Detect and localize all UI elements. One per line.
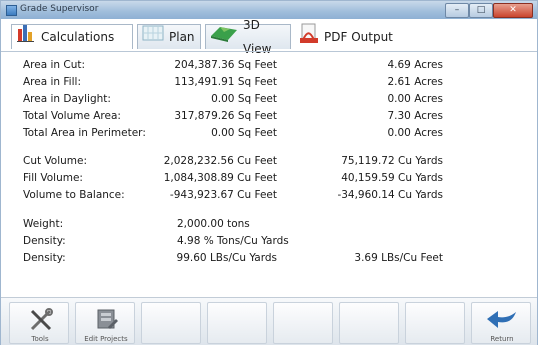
app-window: Grade Supervisor – □ ✕ Calculations Plan… xyxy=(0,0,538,345)
row-value-secondary: -34,960.14 Cu Yards xyxy=(337,189,443,201)
app-icon xyxy=(6,5,17,16)
calculations-panel: Area in Cut: 204,387.36 Sq Feet 4.69 Acr… xyxy=(1,53,537,296)
tools-button[interactable]: Tools xyxy=(9,302,69,344)
row-density-percent: Density: 4.98 % Tons/Cu Yards xyxy=(1,233,537,250)
maximize-button[interactable]: □ xyxy=(469,3,493,18)
row-value-primary: 99.60 LBs/Cu Yards xyxy=(176,252,277,264)
edit-projects-label: Edit Projects xyxy=(84,335,128,343)
row-value-secondary: 2.61 Acres xyxy=(387,76,443,88)
row-label: Total Volume Area: xyxy=(23,110,121,122)
minimize-icon: – xyxy=(454,5,460,15)
tab-3d-view[interactable]: 3D View xyxy=(205,18,291,56)
row-area-in-cut: Area in Cut: 204,387.36 Sq Feet 4.69 Acr… xyxy=(1,57,537,74)
row-label: Volume to Balance: xyxy=(23,189,125,201)
row-value-secondary: 7.30 Acres xyxy=(387,110,443,122)
pdf-document-icon xyxy=(299,22,319,52)
tools-label: Tools xyxy=(31,335,49,343)
row-fill-volume: Fill Volume: 1,084,308.89 Cu Feet 40,159… xyxy=(1,170,537,187)
row-value-secondary: 40,159.59 Cu Yards xyxy=(341,172,443,184)
empty-slot-button xyxy=(273,302,333,344)
minimize-button[interactable]: – xyxy=(445,3,469,18)
plan-grid-icon xyxy=(142,25,164,49)
tab-divider xyxy=(1,51,537,52)
row-value-secondary: 0.00 Acres xyxy=(387,93,443,105)
row-value-primary: 113,491.91 Sq Feet xyxy=(174,76,277,88)
row-label: Density: xyxy=(23,252,66,264)
row-value-primary: 1,084,308.89 Cu Feet xyxy=(163,172,277,184)
empty-slot-button xyxy=(207,302,267,344)
close-button[interactable]: ✕ xyxy=(493,3,533,18)
row-value-primary: 204,387.36 Sq Feet xyxy=(174,59,277,71)
tools-icon xyxy=(28,307,54,335)
row-total-volume-area: Total Volume Area: 317,879.26 Sq Feet 7.… xyxy=(1,108,537,125)
row-label: Density: xyxy=(23,235,66,247)
empty-slot-button xyxy=(339,302,399,344)
edit-projects-icon xyxy=(94,307,120,335)
row-area-in-fill: Area in Fill: 113,491.91 Sq Feet 2.61 Ac… xyxy=(1,74,537,91)
tab-plan[interactable]: Plan xyxy=(137,24,201,49)
row-value-secondary: 3.69 LBs/Cu Feet xyxy=(354,252,443,264)
terrain-3d-icon xyxy=(210,24,238,50)
row-label: Weight: xyxy=(23,218,64,230)
tab-calculations[interactable]: Calculations xyxy=(11,24,133,49)
bottom-toolbar: Tools Edit Projects Return xyxy=(1,297,537,345)
empty-slot-button xyxy=(405,302,465,344)
return-label: Return xyxy=(490,335,514,343)
row-value-primary: 0.00 Sq Feet xyxy=(211,127,277,139)
row-value-primary: 4.98 % Tons/Cu Yards xyxy=(177,235,289,247)
row-label: Area in Daylight: xyxy=(23,93,111,105)
row-density-lbs: Density: 99.60 LBs/Cu Yards 3.69 LBs/Cu … xyxy=(1,250,537,267)
row-label: Area in Fill: xyxy=(23,76,81,88)
tab-plan-label: Plan xyxy=(169,30,195,44)
tab-pdf-output[interactable]: PDF Output xyxy=(295,22,405,52)
tab-calculations-label: Calculations xyxy=(41,30,115,44)
row-label: Total Area in Perimeter: xyxy=(23,127,146,139)
row-value-primary: 317,879.26 Sq Feet xyxy=(174,110,277,122)
row-area-in-daylight: Area in Daylight: 0.00 Sq Feet 0.00 Acre… xyxy=(1,91,537,108)
row-volume-to-balance: Volume to Balance: -943,923.67 Cu Feet -… xyxy=(1,187,537,204)
row-total-area-in-perimeter: Total Area in Perimeter: 0.00 Sq Feet 0.… xyxy=(1,125,537,142)
window-title: Grade Supervisor xyxy=(20,4,99,14)
empty-slot-button xyxy=(141,302,201,344)
edit-projects-button[interactable]: Edit Projects xyxy=(75,302,135,344)
row-value-primary: -943,923.67 Cu Feet xyxy=(169,189,277,201)
return-arrow-icon xyxy=(486,309,518,333)
tab-bar: Calculations Plan 3D View PDF Output xyxy=(1,18,537,56)
maximize-icon: □ xyxy=(476,5,486,15)
return-button[interactable]: Return xyxy=(471,302,531,344)
row-value-secondary: 0.00 Acres xyxy=(387,127,443,139)
row-value-primary: 0.00 Sq Feet xyxy=(211,93,277,105)
bar-chart-icon xyxy=(16,23,36,51)
row-cut-volume: Cut Volume: 2,028,232.56 Cu Feet 75,119.… xyxy=(1,153,537,170)
row-label: Cut Volume: xyxy=(23,155,88,167)
row-label: Fill Volume: xyxy=(23,172,83,184)
row-label: Area in Cut: xyxy=(23,59,86,71)
row-value-secondary: 4.69 Acres xyxy=(387,59,443,71)
row-weight: Weight: 2,000.00 tons xyxy=(1,216,537,233)
tab-pdf-output-label: PDF Output xyxy=(324,29,393,44)
row-value-secondary: 75,119.72 Cu Yards xyxy=(341,155,443,167)
row-value-primary: 2,000.00 tons xyxy=(177,218,250,230)
row-value-primary: 2,028,232.56 Cu Feet xyxy=(163,155,277,167)
close-icon: ✕ xyxy=(509,5,517,15)
